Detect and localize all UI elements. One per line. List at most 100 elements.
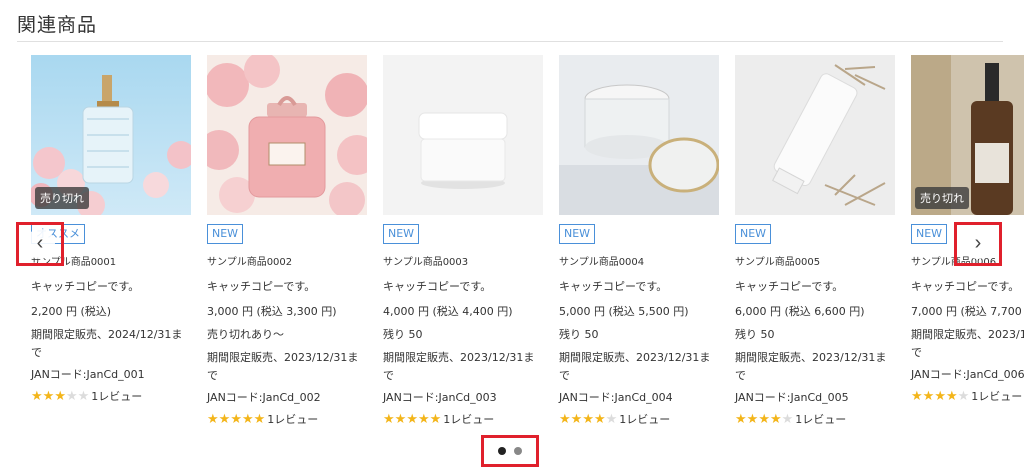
sale-period: 期間限定販売、2023/12/31まで bbox=[735, 351, 887, 382]
star-rating: ★ ★ ★ ★ ★ 1レビュー bbox=[559, 411, 719, 426]
star-rating: ★ ★ ★ ★ ★ 1レビュー bbox=[207, 411, 367, 426]
product-price: 7,000 円 (税込 7,700 円) bbox=[911, 305, 1024, 318]
chevron-left-icon: ‹ bbox=[25, 229, 55, 259]
product-badge: NEW bbox=[383, 224, 420, 244]
star-filled-icon: ★ bbox=[945, 388, 958, 404]
star-rating: ★ ★ ★ ★ ★ 1レビュー bbox=[735, 411, 895, 426]
title-divider bbox=[17, 41, 1003, 42]
catch-copy: キャッチコピーです。 bbox=[31, 280, 140, 293]
star-filled-icon: ★ bbox=[218, 411, 231, 426]
star-filled-icon: ★ bbox=[593, 411, 606, 426]
review-count[interactable]: 1レビュー bbox=[795, 411, 846, 425]
stock-status: 残り 50 bbox=[559, 328, 599, 341]
star-filled-icon: ★ bbox=[922, 388, 935, 404]
star-empty-icon: ★ bbox=[65, 388, 78, 404]
pagination-dot[interactable] bbox=[514, 447, 522, 455]
star-filled-icon: ★ bbox=[911, 388, 923, 404]
product-carousel: 売り切れ オススメ サンプル商品0001 キャッチコピーです。 2,200 円 … bbox=[0, 55, 1024, 425]
product-card[interactable]: NEW サンプル商品0004 キャッチコピーです。 5,000 円 (税込 5,… bbox=[559, 55, 719, 425]
product-price: 3,000 円 (税込 3,300 円) bbox=[207, 305, 337, 318]
catch-copy: キャッチコピーです。 bbox=[559, 280, 668, 293]
carousel-prev-button[interactable]: ‹ bbox=[16, 222, 64, 266]
stock-status: 売り切れあり～ bbox=[207, 328, 284, 341]
star-rating: ★ ★ ★ ★ ★ 1レビュー bbox=[31, 388, 191, 404]
sold-out-badge: 売り切れ bbox=[915, 187, 969, 209]
star-filled-icon: ★ bbox=[383, 411, 395, 426]
product-price: 6,000 円 (税込 6,600 円) bbox=[735, 305, 865, 318]
product-name[interactable]: サンプル商品0003 bbox=[383, 253, 543, 268]
sale-period: 期間限定販売、2023/12/31まで bbox=[207, 351, 359, 382]
product-image[interactable] bbox=[559, 55, 719, 215]
carousel-next-button[interactable]: › bbox=[954, 222, 1002, 266]
product-price: 2,200 円 (税込) bbox=[31, 305, 112, 318]
product-card[interactable]: NEW サンプル商品0005 キャッチコピーです。 6,000 円 (税込 6,… bbox=[735, 55, 895, 425]
star-filled-icon: ★ bbox=[207, 411, 219, 426]
star-filled-icon: ★ bbox=[394, 411, 407, 426]
pagination-dot[interactable] bbox=[498, 447, 506, 455]
product-price: 5,000 円 (税込 5,500 円) bbox=[559, 305, 689, 318]
product-card[interactable]: NEW サンプル商品0002 キャッチコピーです。 3,000 円 (税込 3,… bbox=[207, 55, 367, 425]
review-count[interactable]: 1レビュー bbox=[619, 411, 670, 425]
jan-code: JANコード:JanCd_004 bbox=[559, 391, 673, 404]
carousel-pagination bbox=[481, 435, 539, 467]
star-filled-icon: ★ bbox=[758, 411, 770, 426]
sale-period: 期間限定販売、2024/12/31まで bbox=[31, 328, 183, 359]
star-filled-icon: ★ bbox=[31, 388, 43, 404]
product-image[interactable] bbox=[383, 55, 543, 215]
jan-code: JANコード:JanCd_005 bbox=[735, 391, 849, 404]
star-filled-icon: ★ bbox=[746, 411, 759, 426]
product-name[interactable]: サンプル商品0004 bbox=[559, 253, 719, 268]
chevron-right-icon: › bbox=[963, 229, 993, 259]
star-filled-icon: ★ bbox=[417, 411, 430, 426]
product-image[interactable]: 売り切れ bbox=[911, 55, 1024, 215]
sold-out-badge: 売り切れ bbox=[35, 187, 89, 209]
star-empty-icon: ★ bbox=[605, 411, 618, 426]
product-badge: NEW bbox=[735, 224, 772, 244]
product-card[interactable]: NEW サンプル商品0003 キャッチコピーです。 4,000 円 (税込 4,… bbox=[383, 55, 543, 425]
jan-code: JANコード:JanCd_006 bbox=[911, 368, 1024, 381]
product-image[interactable]: 売り切れ bbox=[31, 55, 191, 215]
jan-code: JANコード:JanCd_003 bbox=[383, 391, 497, 404]
sale-period: 期間限定販売、2023/12/31まで bbox=[383, 351, 535, 382]
product-image[interactable] bbox=[735, 55, 895, 215]
stock-status: 残り 50 bbox=[383, 328, 423, 341]
sale-period: 期間限定販売、2023/12/31まで bbox=[911, 328, 1024, 359]
star-empty-icon: ★ bbox=[957, 388, 970, 404]
star-filled-icon: ★ bbox=[241, 411, 254, 426]
product-badge: NEW bbox=[207, 224, 244, 244]
product-badge: NEW bbox=[911, 224, 948, 244]
sale-period: 期間限定販売、2023/12/31まで bbox=[559, 351, 711, 382]
review-count[interactable]: 1レビュー bbox=[267, 411, 318, 425]
catch-copy: キャッチコピーです。 bbox=[735, 280, 844, 293]
star-filled-icon: ★ bbox=[429, 411, 442, 426]
star-filled-icon: ★ bbox=[769, 411, 782, 426]
stock-status: 残り 50 bbox=[735, 328, 775, 341]
star-empty-icon: ★ bbox=[77, 388, 90, 404]
product-badge: NEW bbox=[559, 224, 596, 244]
star-filled-icon: ★ bbox=[582, 411, 594, 426]
star-filled-icon: ★ bbox=[735, 411, 747, 426]
catch-copy: キャッチコピーです。 bbox=[911, 280, 1020, 293]
review-count[interactable]: 1レビュー bbox=[443, 411, 494, 425]
star-filled-icon: ★ bbox=[570, 411, 583, 426]
star-filled-icon: ★ bbox=[934, 388, 946, 404]
star-filled-icon: ★ bbox=[253, 411, 266, 426]
catch-copy: キャッチコピーです。 bbox=[383, 280, 492, 293]
catch-copy: キャッチコピーです。 bbox=[207, 280, 316, 293]
star-filled-icon: ★ bbox=[54, 388, 66, 404]
jan-code: JANコード:JanCd_002 bbox=[207, 391, 321, 404]
product-name[interactable]: サンプル商品0002 bbox=[207, 253, 367, 268]
star-filled-icon: ★ bbox=[406, 411, 418, 426]
star-filled-icon: ★ bbox=[230, 411, 242, 426]
section-title: 関連商品 bbox=[17, 14, 98, 36]
review-count[interactable]: 1レビュー bbox=[971, 388, 1022, 404]
product-image[interactable] bbox=[207, 55, 367, 215]
star-rating: ★ ★ ★ ★ ★ 1レビュー bbox=[911, 388, 1024, 404]
star-rating: ★ ★ ★ ★ ★ 1レビュー bbox=[383, 411, 543, 426]
jan-code: JANコード:JanCd_001 bbox=[31, 368, 145, 381]
star-empty-icon: ★ bbox=[781, 411, 794, 426]
product-name[interactable]: サンプル商品0005 bbox=[735, 253, 895, 268]
review-count[interactable]: 1レビュー bbox=[91, 388, 142, 404]
product-price: 4,000 円 (税込 4,400 円) bbox=[383, 305, 513, 318]
star-filled-icon: ★ bbox=[42, 388, 55, 404]
